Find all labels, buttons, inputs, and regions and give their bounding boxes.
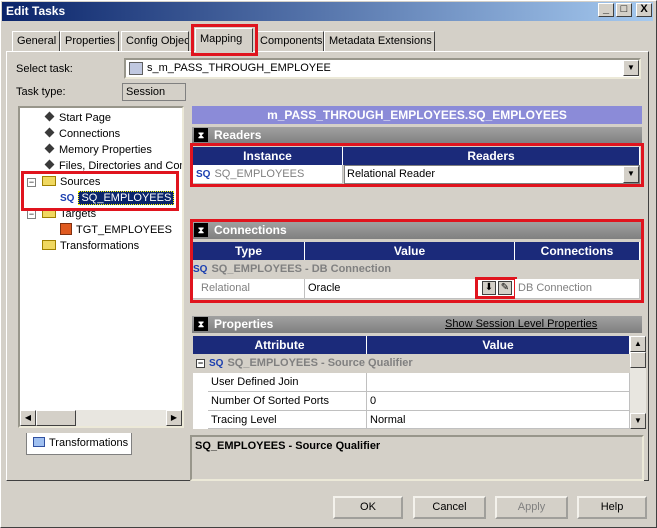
scroll-right-icon[interactable]: ▶: [166, 410, 182, 426]
properties-group-row[interactable]: − SQ SQ_EMPLOYEES - Source Qualifier: [193, 354, 630, 372]
session-icon: [129, 62, 143, 75]
select-task-label: Select task:: [16, 63, 73, 75]
title-bar[interactable]: Edit Tasks: [2, 2, 653, 21]
diamond-icon: [44, 111, 55, 122]
scroll-thumb[interactable]: [36, 410, 76, 426]
tree-item-start-page[interactable]: Start Page: [44, 111, 111, 126]
collapse-icon[interactable]: −: [27, 210, 36, 219]
cancel-button[interactable]: Cancel: [413, 496, 486, 519]
collapse-section-icon[interactable]: ⧗: [194, 317, 208, 331]
tab-properties[interactable]: Properties: [60, 31, 119, 51]
apply-button[interactable]: Apply: [495, 496, 568, 519]
description-panel: SQ_EMPLOYEES - Source Qualifier: [190, 435, 644, 481]
diamond-icon: [44, 143, 55, 154]
folder-icon: [42, 240, 56, 250]
readers-section-header[interactable]: ⧗ Readers: [192, 127, 642, 144]
properties-vertical-scrollbar[interactable]: ▲ ▼: [630, 336, 646, 429]
diamond-icon: [44, 127, 55, 138]
tab-components[interactable]: Components: [255, 31, 324, 51]
property-value-cell[interactable]: Normal: [367, 411, 630, 429]
select-task-value: s_m_PASS_THROUGH_EMPLOYEE: [147, 62, 331, 74]
source-qualifier-icon: SQ: [209, 358, 224, 369]
property-attribute-cell: User Defined Join: [208, 373, 367, 392]
tree-item-tgt-employees[interactable]: TGT_EMPLOYEES: [60, 223, 172, 238]
tree-item-connections[interactable]: Connections: [44, 127, 120, 142]
scroll-left-icon[interactable]: ◀: [20, 410, 36, 426]
show-session-level-properties-link[interactable]: Show Session Level Properties: [445, 318, 597, 330]
connections-highlight: [190, 219, 644, 303]
scroll-down-icon[interactable]: ▼: [630, 413, 646, 429]
ok-button[interactable]: OK: [333, 496, 403, 519]
transformations-icon: [33, 437, 45, 447]
tab-metadata-extensions[interactable]: Metadata Extensions: [324, 31, 435, 51]
navigation-tree[interactable]: Start Page Connections Memory Properties…: [18, 106, 184, 428]
collapse-icon[interactable]: −: [196, 359, 205, 368]
target-icon: [60, 223, 72, 235]
scroll-up-icon[interactable]: ▲: [630, 336, 646, 352]
task-type-value: Session: [122, 83, 186, 101]
help-button[interactable]: Help: [577, 496, 647, 519]
task-type-label: Task type:: [16, 86, 66, 98]
property-attribute-cell: Tracing Level: [208, 411, 367, 429]
scroll-thumb[interactable]: [630, 352, 646, 368]
tree-item-memory-properties[interactable]: Memory Properties: [44, 143, 152, 158]
select-task-combo[interactable]: s_m_PASS_THROUGH_EMPLOYEE ▼: [124, 58, 641, 79]
tree-horizontal-scrollbar[interactable]: ◀ ▶: [20, 410, 182, 426]
mapping-instance-title: m_PASS_THROUGH_EMPLOYEES.SQ_EMPLOYEES: [192, 106, 642, 124]
tree-item-transformations[interactable]: Transformations: [42, 239, 139, 254]
window-title: Edit Tasks: [6, 4, 66, 18]
property-value-cell[interactable]: 0: [367, 392, 630, 411]
tab-config-object[interactable]: Config Object: [121, 31, 189, 51]
property-value-cell[interactable]: [367, 373, 630, 392]
tab-general[interactable]: General: [12, 31, 60, 51]
properties-col-attribute: Attribute: [193, 336, 367, 354]
property-attribute-cell: Number Of Sorted Ports: [208, 392, 367, 411]
mapping-tab-highlight: [191, 24, 258, 56]
maximize-button[interactable]: □: [616, 3, 632, 17]
diamond-icon: [44, 159, 55, 170]
sources-highlight: [21, 171, 179, 211]
close-button[interactable]: X: [636, 3, 652, 17]
collapse-section-icon[interactable]: ⧗: [194, 128, 208, 142]
chevron-down-icon[interactable]: ▼: [623, 60, 639, 76]
transformations-bottom-tab[interactable]: Transformations: [26, 433, 132, 455]
properties-col-value: Value: [367, 336, 630, 354]
readers-highlight: [190, 143, 644, 187]
minimize-button[interactable]: _: [598, 3, 614, 17]
